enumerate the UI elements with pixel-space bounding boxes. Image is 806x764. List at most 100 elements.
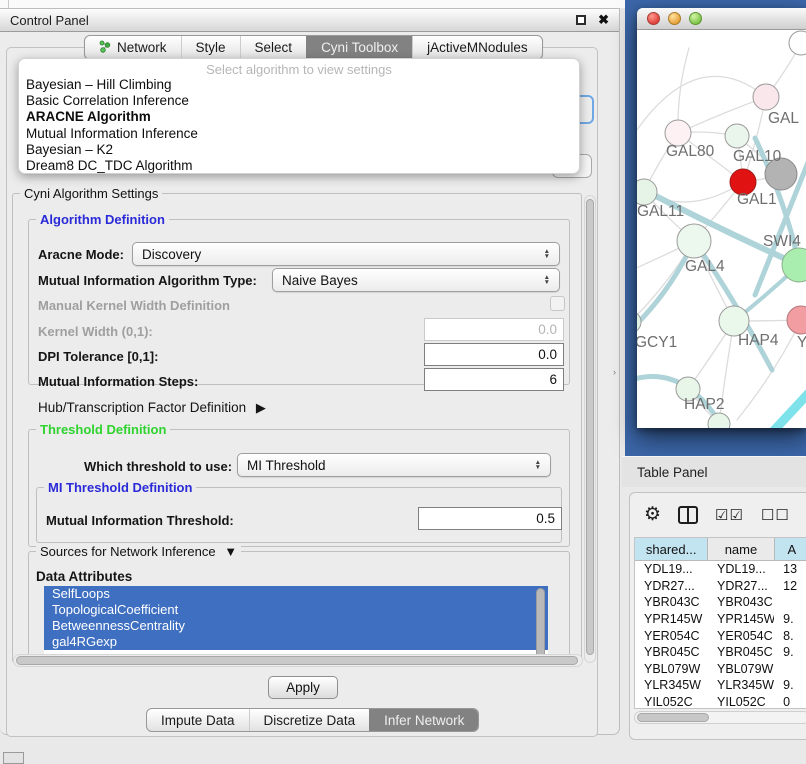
table-cell: YBL079W: [635, 661, 708, 678]
table-row[interactable]: YDR27...YDR27...12: [635, 578, 806, 595]
tab-cyni-toolbox[interactable]: Cyni Toolbox: [306, 36, 412, 59]
mi-threshold-legend: MI Threshold Definition: [44, 480, 196, 495]
algorithm-item[interactable]: ARACNE Algorithm: [19, 109, 579, 125]
control-panel-tabbar: Network Style SelectCyni Toolbox jActiveMNo…: [84, 35, 543, 60]
node-label: GCY1: [637, 334, 677, 351]
control-panel-window: Control Panel ✖ Network Style SelectCyni T…: [0, 8, 620, 735]
tab-impute-data[interactable]: Impute Data: [147, 709, 249, 731]
tab-network[interactable]: Network: [85, 36, 181, 59]
aracne-mode-select[interactable]: Discovery ▲▼: [132, 242, 560, 266]
node-label: GAL4: [685, 258, 725, 275]
table-cell: [774, 661, 806, 678]
table-cell: YBR045C: [635, 644, 708, 661]
float-window-icon[interactable]: [576, 15, 586, 25]
scrollbar-thumb[interactable]: [586, 199, 594, 655]
dpi-tolerance-field[interactable]: 0.0: [424, 343, 564, 366]
table-cell: YBR045C: [708, 644, 774, 661]
scrollbar-thumb[interactable]: [16, 656, 578, 665]
algorithm-definition-legend: Algorithm Definition: [36, 212, 169, 227]
split-table-icon[interactable]: [678, 506, 698, 524]
node-label: SWI4: [763, 233, 801, 250]
mi-type-select[interactable]: Naive Bayes ▲▼: [272, 268, 560, 292]
close-traffic-light[interactable]: [647, 12, 660, 25]
table-cell: YPR145W: [635, 611, 708, 628]
collapse-arrow-icon: ▼: [224, 544, 237, 559]
apply-button[interactable]: Apply: [268, 676, 338, 699]
which-threshold-select[interactable]: MI Threshold ▲▼: [237, 453, 551, 477]
attribute-item[interactable]: gal4RGexp: [44, 634, 548, 650]
scrollbar-thumb[interactable]: [637, 713, 709, 722]
network-node-gcy1[interactable]: [637, 311, 641, 333]
table-row[interactable]: YBR045CYBR045C9.: [635, 644, 806, 661]
tab-discretize-data[interactable]: Discretize Data: [249, 709, 370, 731]
algorithm-item[interactable]: Bayesian – K2: [19, 142, 579, 158]
manual-kernel-checkbox[interactable]: [550, 296, 565, 311]
table-cell: 0: [774, 694, 806, 709]
network-node[interactable]: [789, 31, 806, 55]
network-node-gal[interactable]: [753, 84, 779, 110]
gear-icon[interactable]: ⚙: [644, 505, 661, 525]
tab-style[interactable]: Style: [181, 36, 240, 59]
network-node-y[interactable]: [787, 306, 806, 334]
table-panel-title: Table Panel: [637, 465, 708, 480]
table-cell: 9.: [774, 644, 806, 661]
mi-steps-field[interactable]: 6: [424, 368, 564, 391]
table-horizontal-scrollbar[interactable]: [634, 711, 806, 724]
table-row[interactable]: YER054CYER054C8.: [635, 627, 806, 644]
attribute-item[interactable]: BetweennessCentrality: [44, 618, 548, 634]
algorithm-item[interactable]: Mutual Information Inference: [19, 126, 579, 142]
zoom-traffic-light[interactable]: [689, 12, 702, 25]
network-node-gal11[interactable]: [637, 179, 657, 205]
minimize-traffic-light[interactable]: [668, 12, 681, 25]
network-node-gal4[interactable]: [677, 224, 711, 258]
algorithm-item[interactable]: Basic Correlation Inference: [19, 93, 579, 109]
table-cell: YBR043C: [708, 594, 774, 611]
stepper-icon: ▲▼: [535, 460, 541, 471]
attribute-item[interactable]: SelfLoops: [44, 586, 548, 602]
table-row[interactable]: YBL079WYBL079W: [635, 661, 806, 678]
close-icon[interactable]: ✖: [598, 15, 609, 25]
minimized-panel-button[interactable]: [3, 752, 24, 764]
control-panel-title: Control Panel: [10, 13, 89, 28]
cyni-settings-legend: Cyni Algorithm Settings: [20, 186, 162, 201]
table-row[interactable]: YDL19...YDL19...13: [635, 561, 806, 578]
column-header-shared[interactable]: shared...: [635, 538, 708, 560]
tab-infer-network[interactable]: Infer Network: [369, 709, 478, 731]
table-cell: YDR27...: [708, 578, 774, 595]
tab-label: jActiveMNodules: [427, 40, 528, 55]
mi-threshold-field[interactable]: 0.5: [418, 507, 562, 530]
table-cell: 12: [774, 578, 806, 595]
network-node-gal10[interactable]: [725, 124, 749, 148]
tab-jactivemnodules[interactable]: jActiveMNodules: [412, 36, 542, 59]
table-cell: YDL19...: [708, 561, 774, 578]
settings-vertical-scrollbar[interactable]: [584, 195, 596, 663]
tab-select[interactable]: Select: [240, 36, 307, 59]
column-header-A[interactable]: A: [775, 538, 806, 560]
column-header-name[interactable]: name: [708, 538, 774, 560]
node-label: Y: [797, 334, 806, 351]
select-columns-icon[interactable]: ☑☑: [715, 506, 744, 524]
table-cell: 13: [774, 561, 806, 578]
which-threshold-value: MI Threshold: [247, 458, 326, 473]
deselect-columns-icon[interactable]: ☐☐: [761, 506, 790, 524]
sources-legend[interactable]: Sources for Network Inference ▼: [36, 544, 241, 559]
attribute-browser-panel: ⚙ ☑☑ ☐☐ shared...nameA YDL19...YDL19...1…: [629, 492, 806, 740]
splitter-grabber[interactable]: ›: [613, 368, 619, 377]
algorithm-item[interactable]: Dream8 DC_TDC Algorithm: [19, 158, 579, 174]
network-edge[interactable]: [678, 97, 766, 133]
settings-horizontal-scrollbar[interactable]: [13, 654, 583, 667]
table-row[interactable]: YBR043CYBR043C: [635, 594, 806, 611]
aracne-mode-value: Discovery: [142, 247, 201, 262]
hub-definition-expander[interactable]: Hub/Transcription Factor Definition ▶: [38, 400, 266, 416]
tab-label: Style: [196, 40, 226, 55]
node-label: HAP2: [684, 396, 725, 413]
table-row[interactable]: YPR145WYPR145W9.: [635, 611, 806, 628]
attribute-item[interactable]: TopologicalCoefficient: [44, 602, 548, 618]
table-panel-headerbar: Table Panel: [622, 456, 806, 487]
network-canvas[interactable]: GALGAL80GAL10GAL1GAL11SWI4GAL4GCY1HAP4YH…: [637, 30, 806, 428]
network-edge[interactable]: [765, 382, 806, 428]
table-row[interactable]: YLR345WYLR345W9.: [635, 677, 806, 694]
algorithm-item[interactable]: Bayesian – Hill Climbing: [19, 77, 579, 93]
algorithm-list: Bayesian – Hill ClimbingBasic Correlatio…: [19, 77, 579, 174]
table-row[interactable]: YIL052CYIL052C0: [635, 694, 806, 709]
